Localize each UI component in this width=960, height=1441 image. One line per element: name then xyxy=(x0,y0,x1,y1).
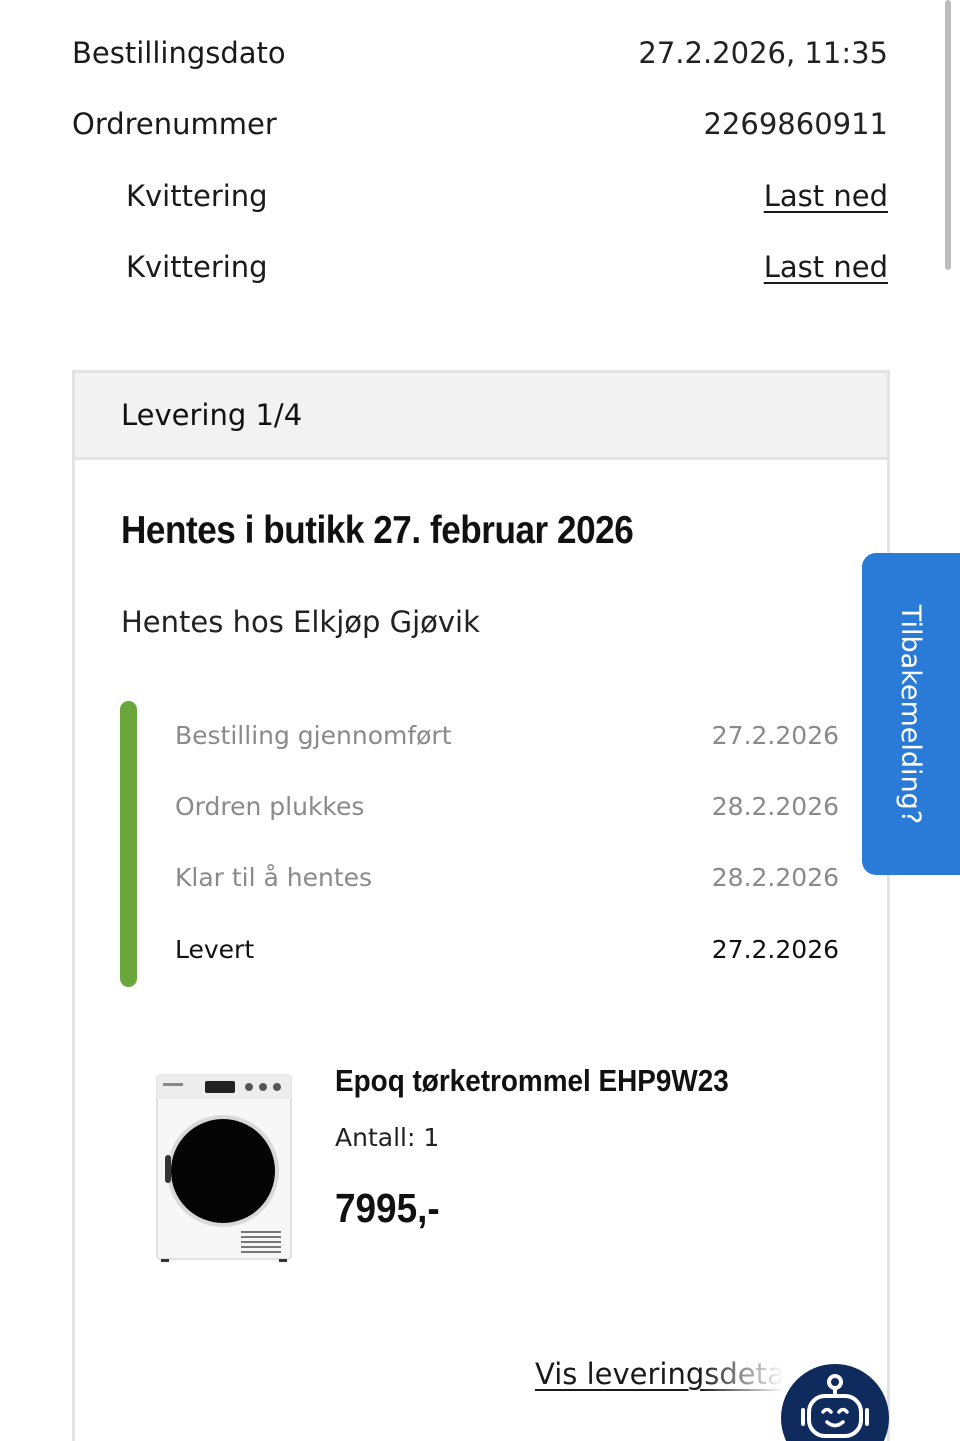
step-date: 27.2.2026 xyxy=(711,935,839,964)
order-number-row: Ordrenummer 2269860911 xyxy=(72,104,888,144)
step-label: Klar til å hentes xyxy=(175,863,373,892)
feedback-tab-label: Tilbakemelding? xyxy=(895,604,927,824)
product-price: 7995,- xyxy=(335,1185,440,1231)
delivery-details-link[interactable]: Vis leveringsdetaljer xyxy=(535,1357,831,1391)
receipt-label: Kvittering xyxy=(126,250,268,284)
chatbot-icon xyxy=(801,1374,869,1438)
order-details-page: Bestillingsdato 27.2.2026, 11:35 Ordrenu… xyxy=(0,0,960,1441)
step-label: Levert xyxy=(175,935,255,964)
chatbot-button[interactable] xyxy=(781,1364,889,1441)
step-date: 28.2.2026 xyxy=(711,792,839,821)
receipt-label: Kvittering xyxy=(126,179,268,213)
step-date: 28.2.2026 xyxy=(711,863,839,892)
tumble-dryer-image[interactable] xyxy=(155,1073,295,1263)
receipt-download-link[interactable]: Last ned xyxy=(764,250,888,284)
receipt-row: Kvittering Last ned xyxy=(72,247,888,287)
receipt-row: Kvittering Last ned xyxy=(72,176,888,216)
delivery-title: Hentes i butikk 27. februar 2026 xyxy=(121,509,634,552)
order-number-label: Ordrenummer xyxy=(72,107,277,141)
product-name[interactable]: Epoq tørketrommel EHP9W23 xyxy=(335,1063,729,1099)
step-label: Ordren plukkes xyxy=(175,792,365,821)
timeline-step: Ordren plukkes 28.2.2026 xyxy=(175,792,839,821)
pickup-store: Hentes hos Elkjøp Gjøvik xyxy=(121,605,480,639)
product-quantity: Antall: 1 xyxy=(335,1123,440,1152)
step-date: 27.2.2026 xyxy=(711,721,839,750)
timeline-step: Bestilling gjennomført 27.2.2026 xyxy=(175,721,839,750)
order-date-value: 27.2.2026, 11:35 xyxy=(638,36,888,70)
delivery-card: Levering 1/4 Hentes i butikk 27. februar… xyxy=(72,370,890,1441)
progress-timeline-bar xyxy=(120,701,137,987)
timeline-step-current: Levert 27.2.2026 xyxy=(175,935,839,964)
feedback-tab[interactable]: Tilbakemelding? xyxy=(862,553,960,875)
order-number-value: 2269860911 xyxy=(703,107,888,141)
timeline-step: Klar til å hentes 28.2.2026 xyxy=(175,863,839,892)
order-date-label: Bestillingsdato xyxy=(72,36,286,70)
delivery-count: Levering 1/4 xyxy=(121,398,303,432)
step-label: Bestilling gjennomført xyxy=(175,721,452,750)
order-date-row: Bestillingsdato 27.2.2026, 11:35 xyxy=(72,33,888,73)
receipt-download-link[interactable]: Last ned xyxy=(764,179,888,213)
scrollbar[interactable] xyxy=(945,0,951,270)
delivery-card-header: Levering 1/4 xyxy=(75,373,887,460)
